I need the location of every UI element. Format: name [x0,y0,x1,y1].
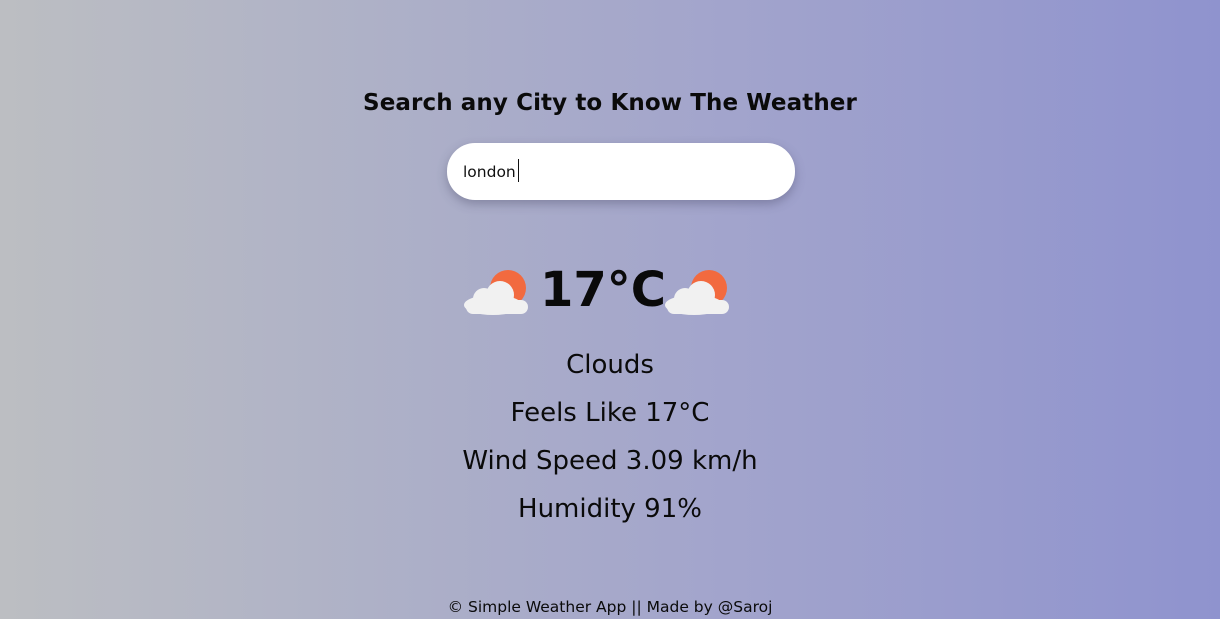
humidity: Humidity 91% [518,494,702,524]
search-box[interactable] [447,143,795,200]
text-cursor [518,159,519,182]
wind-speed: Wind Speed 3.09 km/h [462,446,758,476]
cloud-sun-icon [464,270,528,315]
footer-credit: © Simple Weather App || Made by @Saroj [447,598,773,616]
feels-like: Feels Like 17°C [510,398,710,428]
temperature-row: 17°C [0,258,1220,322]
cloud-sun-icon [665,270,729,315]
weather-description: Clouds [566,350,654,380]
page-title: Search any City to Know The Weather [363,90,857,116]
weather-app: Search any City to Know The Weather 17°C [0,0,1220,619]
search-input[interactable] [447,143,795,200]
temperature-value: 17°C [540,262,667,318]
